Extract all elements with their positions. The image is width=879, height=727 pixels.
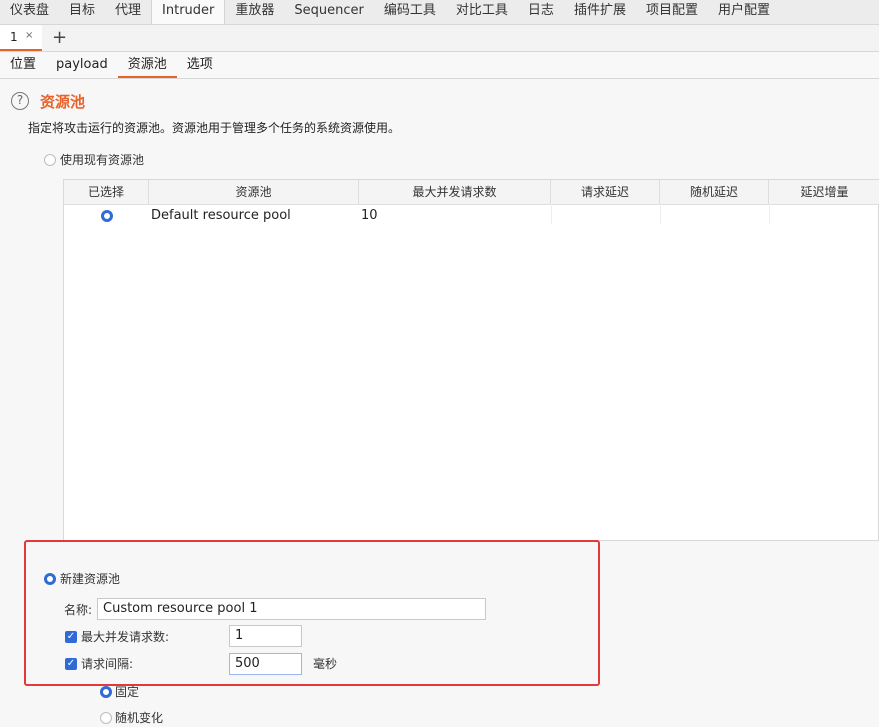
- section-description: 指定将攻击运行的资源池。资源池用于管理多个任务的系统资源使用。: [28, 121, 401, 135]
- section-title: 资源池: [40, 93, 86, 111]
- column-divider: [660, 204, 661, 224]
- delay-input[interactable]: 500: [229, 653, 302, 675]
- config-tabs: 位置 payload 资源池 选项: [0, 52, 879, 79]
- tab-resource-pool[interactable]: 资源池: [117, 52, 177, 78]
- delay-checkbox[interactable]: ✓: [65, 658, 77, 670]
- nav-tab-intruder[interactable]: Intruder: [151, 0, 226, 24]
- add-tab-icon[interactable]: +: [52, 27, 67, 48]
- fixed-delay-label: 固定: [115, 685, 140, 699]
- row-pool-name: Default resource pool: [151, 208, 291, 223]
- nav-tab-sequencer[interactable]: Sequencer: [284, 0, 373, 24]
- col-delay-increment[interactable]: 延迟增量: [769, 180, 879, 204]
- nav-tab-comparer[interactable]: 对比工具: [446, 0, 518, 24]
- col-resource-pool[interactable]: 资源池: [149, 180, 359, 204]
- attack-tab-label: 1: [10, 30, 18, 44]
- nav-tab-proxy[interactable]: 代理: [105, 0, 151, 24]
- new-pool-label: 新建资源池: [60, 572, 121, 586]
- column-divider: [551, 204, 552, 224]
- name-label: 名称:: [64, 603, 93, 617]
- col-request-delay[interactable]: 请求延迟: [551, 180, 660, 204]
- attack-tabs: 1 × +: [0, 25, 879, 52]
- table-header: 已选择 资源池 最大并发请求数 请求延迟 随机延迟 延迟增量: [64, 180, 879, 205]
- nav-tab-decoder[interactable]: 编码工具: [374, 0, 446, 24]
- nav-tab-extensions[interactable]: 插件扩展: [564, 0, 636, 24]
- use-existing-pool-radio[interactable]: [44, 154, 56, 166]
- nav-tab-project-options[interactable]: 项目配置: [636, 0, 708, 24]
- tab-payloads[interactable]: payload: [46, 52, 118, 78]
- row-selected-radio[interactable]: [101, 210, 113, 222]
- top-nav: 仪表盘 目标 代理 Intruder 重放器 Sequencer 编码工具 对比…: [0, 0, 879, 25]
- nav-tab-user-options[interactable]: 用户配置: [708, 0, 780, 24]
- pool-name-input[interactable]: Custom resource pool 1: [97, 598, 486, 620]
- col-random-delay[interactable]: 随机延迟: [660, 180, 769, 204]
- use-existing-pool-label: 使用现有资源池: [60, 153, 145, 167]
- max-concurrent-checkbox[interactable]: ✓: [65, 631, 77, 643]
- delay-unit: 毫秒: [313, 657, 338, 671]
- nav-tab-repeater[interactable]: 重放器: [225, 0, 284, 24]
- random-delay-label: 随机变化: [115, 711, 164, 725]
- row-max-concurrent: 10: [361, 208, 378, 223]
- resource-pool-table: 已选择 资源池 最大并发请求数 请求延迟 随机延迟 延迟增量 Default r…: [63, 179, 879, 541]
- attack-tab-1[interactable]: 1 ×: [0, 25, 42, 51]
- new-pool-radio[interactable]: [44, 573, 56, 585]
- col-max-concurrent[interactable]: 最大并发请求数: [359, 180, 551, 204]
- tab-positions[interactable]: 位置: [0, 52, 46, 78]
- fixed-delay-radio[interactable]: [100, 686, 112, 698]
- delay-label: 请求间隔:: [81, 657, 134, 671]
- max-concurrent-input[interactable]: 1: [229, 625, 302, 647]
- random-delay-radio[interactable]: [100, 712, 112, 724]
- tab-options[interactable]: 选项: [177, 52, 223, 78]
- nav-tab-logger[interactable]: 日志: [518, 0, 564, 24]
- nav-tab-target[interactable]: 目标: [59, 0, 105, 24]
- max-concurrent-label: 最大并发请求数:: [81, 630, 170, 644]
- help-icon[interactable]: ?: [11, 92, 29, 110]
- column-divider: [769, 204, 770, 224]
- close-icon[interactable]: ×: [25, 30, 33, 41]
- col-selected[interactable]: 已选择: [64, 180, 149, 204]
- nav-tab-dashboard[interactable]: 仪表盘: [0, 0, 59, 24]
